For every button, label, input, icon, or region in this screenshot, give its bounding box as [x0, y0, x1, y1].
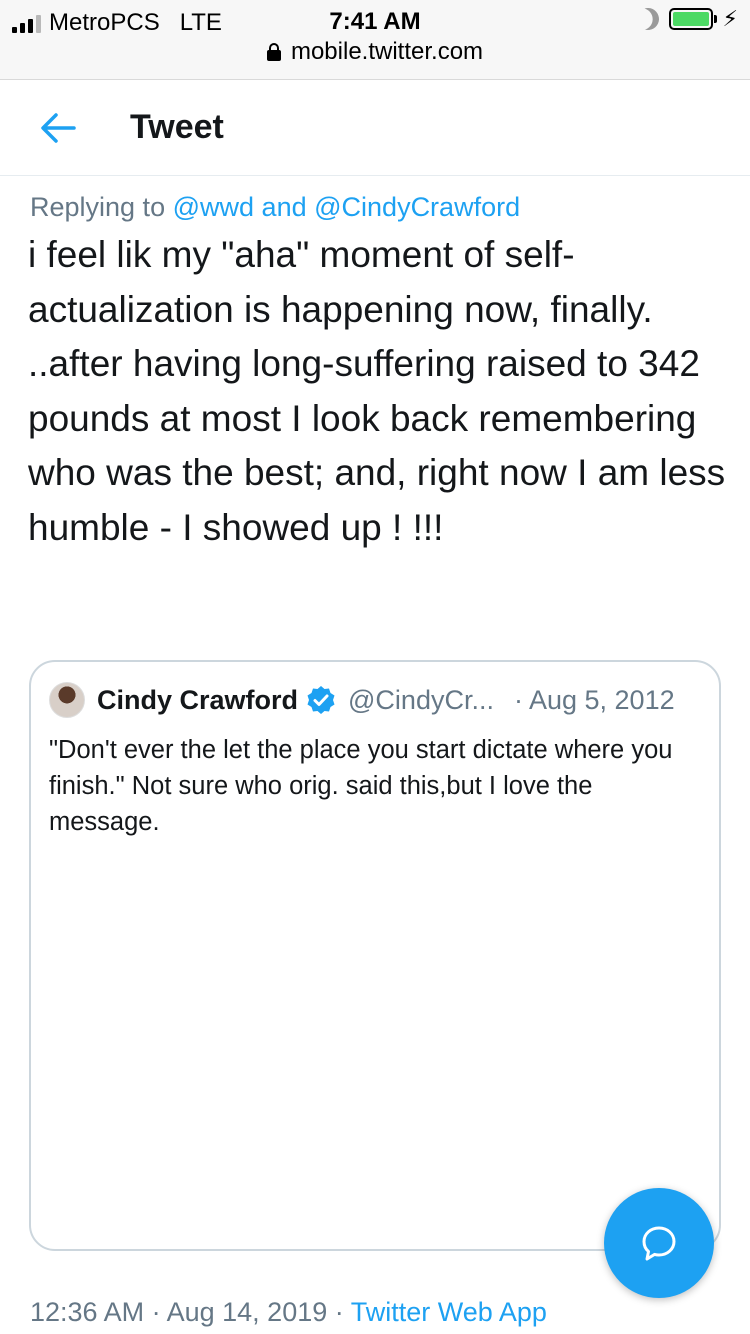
quoted-tweet-card[interactable]: Cindy Crawford @CindyCr... · Aug 5, 2012… [29, 660, 721, 1251]
battery-icon [668, 8, 717, 30]
reply-fab-button[interactable] [604, 1188, 714, 1298]
page-title: Tweet [130, 108, 224, 146]
back-button[interactable] [36, 108, 80, 148]
avatar[interactable] [49, 682, 85, 718]
quoted-tweet-text: "Don't ever the let the place you start … [49, 736, 673, 836]
status-bar: MetroPCS LTE 7:41 AM ⚡ mobile.twitter.co… [0, 0, 750, 80]
meta-separator: · [327, 1297, 351, 1327]
tweet-date: Aug 14, 2019 [166, 1297, 328, 1327]
charging-bolt-icon: ⚡ [722, 6, 738, 31]
back-arrow-icon [41, 113, 76, 143]
tweet-text: i feel lik my "aha" moment of self-actua… [28, 234, 726, 548]
quoted-author-name[interactable]: Cindy Crawford [97, 685, 298, 716]
url-text: mobile.twitter.com [290, 38, 484, 65]
lock-icon [266, 43, 281, 61]
tweet-time: 12:36 AM [30, 1297, 145, 1327]
replying-to: Replying to @wwd and @CindyCrawford [30, 192, 520, 223]
mention-link-wwd[interactable]: @wwd [173, 192, 254, 222]
quoted-author-handle[interactable]: @CindyCr... [348, 685, 494, 716]
mention-link-cindycrawford[interactable]: @CindyCrawford [314, 192, 520, 222]
page-header: Tweet [0, 80, 750, 176]
reply-joiner: and [261, 192, 307, 222]
status-right: ⚡ [637, 8, 738, 30]
tweet-meta: 12:36 AM · Aug 14, 2019 · Twitter Web Ap… [30, 1297, 547, 1328]
compose-reply-icon [642, 1226, 676, 1261]
meta-separator: · [144, 1297, 167, 1327]
source-app-link[interactable]: Twitter Web App [351, 1297, 547, 1327]
verified-badge-icon [307, 686, 335, 714]
replying-prefix: Replying to [30, 192, 166, 222]
quoted-tweet-date[interactable]: · Aug 5, 2012 [514, 685, 675, 716]
moon-icon [633, 5, 661, 33]
url-bar[interactable]: mobile.twitter.com [0, 38, 750, 66]
quoted-tweet-header: Cindy Crawford @CindyCr... · Aug 5, 2012 [49, 682, 675, 718]
